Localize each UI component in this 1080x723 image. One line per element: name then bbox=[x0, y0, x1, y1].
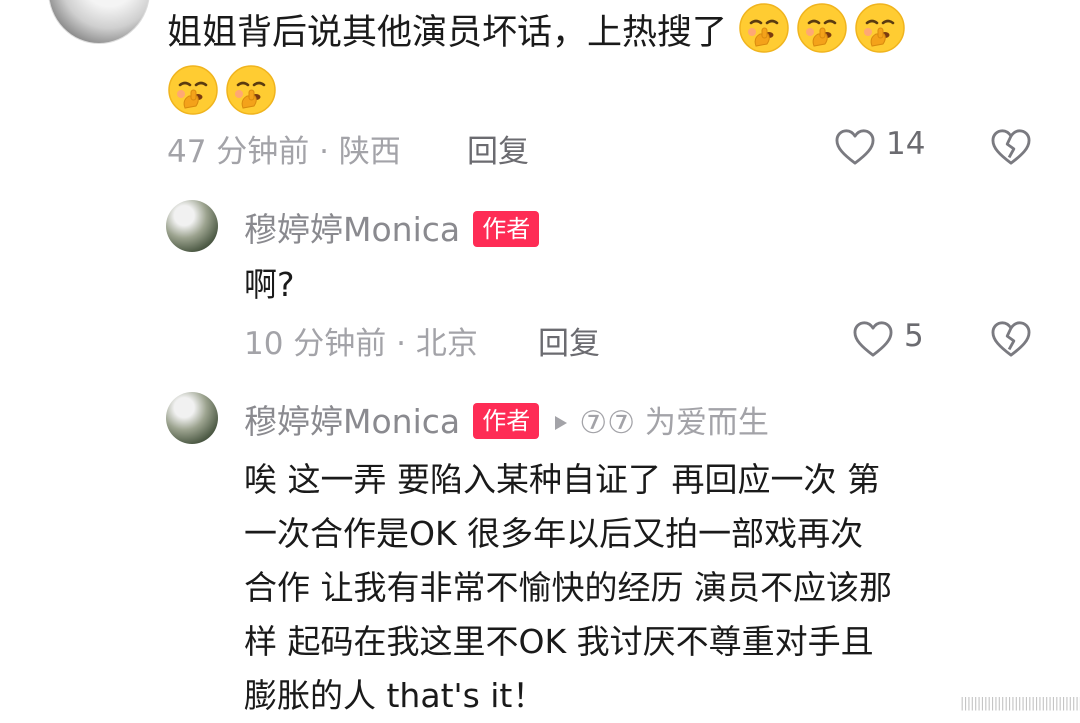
watermark: |||||||||||||||||||||||||||||||||||| bbox=[960, 696, 1080, 711]
reply-line: 膨胀的人 that's it！ bbox=[244, 676, 546, 715]
author-badge: 作者 bbox=[473, 403, 540, 439]
comment-time-location: 47 分钟前 · 陕西 bbox=[167, 134, 401, 170]
comment-body: 姐姐背后说其他演员坏话，上热搜了 bbox=[167, 13, 728, 53]
reply-text: 唉 这一弄 要陷入某种自证了 再回应一次 第 一次合作是OK 很多年以后又拍一部… bbox=[244, 453, 1064, 723]
reply-button[interactable]: 回复 bbox=[538, 318, 600, 363]
triangle-right-icon bbox=[555, 416, 568, 430]
author-badge: 作者 bbox=[473, 211, 540, 247]
shushing-face-emoji-icon bbox=[854, 2, 906, 54]
author-name[interactable]: 穆婷婷Monica bbox=[244, 210, 460, 249]
avatar[interactable] bbox=[48, 0, 150, 44]
like-count: 5 bbox=[904, 318, 924, 354]
comment-text: 姐姐背后说其他演员坏话，上热搜了 bbox=[167, 2, 1067, 62]
heart-outline-icon[interactable] bbox=[834, 128, 876, 166]
reply-button[interactable]: 回复 bbox=[467, 126, 529, 171]
shushing-face-emoji-icon bbox=[738, 2, 790, 54]
broken-heart-icon[interactable] bbox=[990, 320, 1032, 358]
author-name[interactable]: 穆婷婷Monica bbox=[244, 402, 460, 441]
broken-heart-icon[interactable] bbox=[990, 128, 1032, 166]
comment-emoji-line bbox=[167, 64, 283, 116]
reply-header: 穆婷婷Monica 作者 ⑦⑦ 为爱而生 bbox=[244, 395, 769, 443]
shushing-face-emoji-icon bbox=[167, 64, 219, 116]
reply-line: 合作 让我有非常不愉快的经历 演员不应该那 bbox=[244, 568, 892, 607]
author-avatar[interactable] bbox=[166, 200, 218, 252]
reply-text: 啊? bbox=[244, 265, 295, 304]
shushing-face-emoji-icon bbox=[225, 64, 277, 116]
like-count: 14 bbox=[886, 126, 926, 162]
reply-header: 穆婷婷Monica 作者 bbox=[244, 203, 540, 251]
shushing-face-emoji-icon bbox=[796, 2, 848, 54]
author-avatar[interactable] bbox=[166, 392, 218, 444]
reply-time-location: 10 分钟前 · 北京 bbox=[244, 326, 478, 362]
heart-outline-icon[interactable] bbox=[852, 320, 894, 358]
reply-to-user[interactable]: ⑦⑦ 为爱而生 bbox=[579, 405, 768, 441]
reply-line: 样 起码在我这里不OK 我讨厌不尊重对手且 bbox=[244, 622, 874, 661]
reply-line: 唉 这一弄 要陷入某种自证了 再回应一次 第 bbox=[244, 460, 880, 499]
reply-line: 一次合作是OK 很多年以后又拍一部戏再次 bbox=[244, 514, 864, 553]
